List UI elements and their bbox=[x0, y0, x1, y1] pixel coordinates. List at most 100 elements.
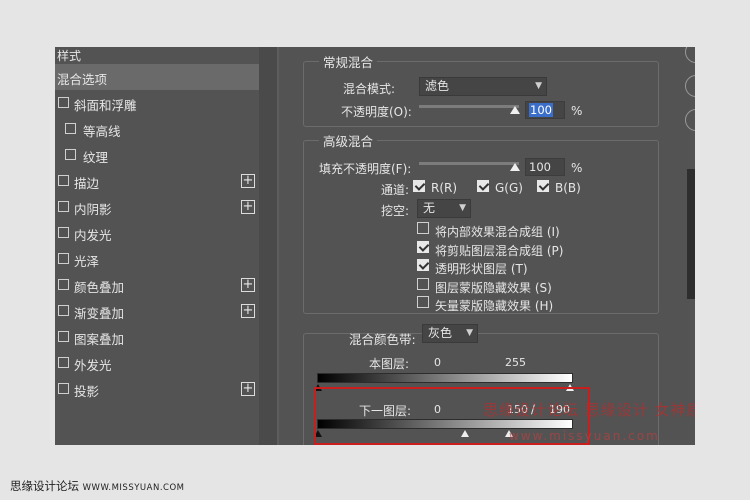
blend-if-value: 灰色 bbox=[428, 326, 453, 340]
watermark-text: 思缘设计论坛 思缘设计 女神原创翻译 bbox=[483, 401, 695, 419]
sidebar-item-label: 颜色叠加 bbox=[74, 280, 125, 295]
fill-opacity-slider-handle[interactable] bbox=[510, 163, 520, 171]
sidebar-item-checkbox[interactable] bbox=[58, 253, 69, 264]
advanced-option-checkbox[interactable] bbox=[417, 277, 429, 290]
fill-opacity-value: 100 bbox=[529, 160, 551, 174]
sidebar-item-label: 混合选项 bbox=[57, 72, 108, 87]
fill-opacity-slider[interactable] bbox=[419, 162, 519, 165]
knockout-select[interactable]: 无 ▼ bbox=[417, 199, 471, 218]
sidebar-item-label: 外发光 bbox=[74, 358, 112, 373]
knockout-label: 挖空: bbox=[381, 204, 410, 218]
sidebar-item[interactable]: 斜面和浮雕 bbox=[55, 90, 259, 116]
add-effect-plus-icon[interactable]: + bbox=[241, 174, 255, 188]
chevron-down-icon: ▼ bbox=[535, 81, 542, 91]
blend-mode-value: 滤色 bbox=[425, 79, 450, 93]
sidebar-item[interactable]: 混合选项 bbox=[55, 64, 259, 90]
opacity-value: 100 bbox=[529, 103, 553, 117]
sidebar-item-checkbox[interactable] bbox=[65, 123, 76, 134]
sidebar-item-label: 描边 bbox=[74, 176, 100, 191]
opacity-slider-handle[interactable] bbox=[510, 106, 520, 114]
advanced-option-label: 将内部效果混合成组 (I) bbox=[435, 225, 560, 239]
sidebar-item-checkbox[interactable] bbox=[58, 383, 69, 394]
channel-r-label: R(R) bbox=[431, 181, 458, 195]
list-separator bbox=[259, 47, 277, 445]
watermark-url: www.missyuan.com bbox=[509, 429, 660, 443]
sidebar-item[interactable]: 内阴影 + bbox=[55, 194, 259, 220]
advanced-option-label: 矢量蒙版隐藏效果 (H) bbox=[435, 299, 554, 313]
advanced-blending-title: 高级混合 bbox=[319, 131, 378, 150]
knockout-value: 无 bbox=[423, 201, 436, 215]
advanced-option-checkbox[interactable] bbox=[417, 259, 429, 271]
channel-g-label: G(G) bbox=[495, 181, 523, 195]
sidebar-item-label: 光泽 bbox=[74, 254, 100, 269]
opacity-percent: % bbox=[571, 104, 583, 118]
advanced-option-label: 将剪贴图层混合成组 (P) bbox=[435, 243, 564, 258]
sidebar-item[interactable]: 光泽 bbox=[55, 246, 259, 272]
sidebar-item-label: 等高线 bbox=[83, 124, 121, 139]
advanced-option-checkbox[interactable] bbox=[417, 240, 429, 253]
fill-opacity-percent: % bbox=[571, 161, 583, 175]
sidebar-item-checkbox[interactable] bbox=[58, 175, 69, 186]
sidebar-item[interactable]: 颜色叠加 + bbox=[55, 272, 259, 298]
add-effect-plus-icon[interactable]: + bbox=[241, 200, 255, 214]
channel-b-checkbox[interactable] bbox=[537, 180, 549, 192]
advanced-option-checkbox[interactable] bbox=[417, 222, 429, 234]
chevron-down-icon: ▼ bbox=[459, 203, 466, 213]
sidebar-item-label: 纹理 bbox=[83, 150, 109, 165]
sidebar-item-checkbox[interactable] bbox=[58, 227, 69, 238]
sidebar-item-checkbox[interactable] bbox=[58, 97, 69, 108]
channel-r-checkbox[interactable] bbox=[413, 180, 425, 192]
sidebar-item-label: 渐变叠加 bbox=[74, 306, 125, 321]
opacity-label: 不透明度(O): bbox=[341, 105, 412, 119]
general-blending-title: 常规混合 bbox=[319, 52, 378, 71]
sidebar-item[interactable]: 等高线 bbox=[55, 116, 259, 142]
opacity-slider[interactable] bbox=[419, 105, 519, 108]
sidebar-item[interactable]: 渐变叠加 + bbox=[55, 298, 259, 324]
sidebar-item[interactable]: 描边 + bbox=[55, 168, 259, 194]
sidebar-item-label: 图案叠加 bbox=[74, 332, 125, 347]
sidebar-item[interactable]: 纹理 bbox=[55, 142, 259, 168]
blend-mode-select[interactable]: 滤色 ▼ bbox=[419, 77, 547, 96]
scrollbar[interactable] bbox=[687, 169, 695, 299]
site-footer: 思缘设计论坛 WWW.MISSYUAN.COM bbox=[10, 478, 184, 494]
advanced-option-label: 图层蒙版隐藏效果 (S) bbox=[435, 280, 552, 295]
sidebar-item-checkbox[interactable] bbox=[58, 305, 69, 316]
this-layer-min: 0 bbox=[434, 356, 441, 369]
sidebar-item-checkbox[interactable] bbox=[58, 357, 69, 368]
fill-opacity-input[interactable]: 100 bbox=[525, 158, 565, 176]
add-effect-plus-icon[interactable]: + bbox=[241, 382, 255, 396]
sidebar-item-checkbox[interactable] bbox=[65, 149, 76, 160]
sidebar-item[interactable]: 投影 + bbox=[55, 376, 259, 402]
sidebar-item-checkbox[interactable] bbox=[58, 279, 69, 290]
sidebar-item-label: 内发光 bbox=[74, 228, 112, 243]
this-layer-gradient bbox=[317, 373, 573, 383]
advanced-option-checkbox[interactable] bbox=[417, 296, 429, 308]
channel-g-checkbox[interactable] bbox=[477, 180, 489, 192]
sidebar-item-checkbox[interactable] bbox=[58, 331, 69, 342]
blend-if-label: 混合颜色带: bbox=[349, 332, 416, 347]
this-layer-max: 255 bbox=[505, 356, 526, 369]
channel-b-label: B(B) bbox=[555, 181, 581, 195]
fill-opacity-label: 填充不透明度(F): bbox=[319, 162, 412, 176]
add-effect-plus-icon[interactable]: + bbox=[241, 304, 255, 318]
footer-site-url: WWW.MISSYUAN.COM bbox=[82, 483, 185, 493]
footer-site-name: 思缘设计论坛 bbox=[10, 479, 79, 493]
add-effect-plus-icon[interactable]: + bbox=[241, 278, 255, 292]
advanced-option-label: 透明形状图层 (T) bbox=[435, 262, 528, 276]
sidebar-item-label: 内阴影 bbox=[74, 202, 112, 217]
sidebar-item[interactable]: 外发光 bbox=[55, 350, 259, 376]
chevron-down-icon: ▼ bbox=[466, 328, 473, 338]
layer-style-dialog: 样式 混合选项斜面和浮雕等高线纹理描边 + 内阴影 + 内发光光泽颜色叠加 + 渐变叠加 + 图… bbox=[55, 47, 695, 445]
styles-header: 样式 bbox=[57, 49, 82, 63]
this-layer-label: 本图层: bbox=[369, 357, 410, 371]
sidebar-item[interactable]: 图案叠加 bbox=[55, 324, 259, 350]
sidebar-item-label: 斜面和浮雕 bbox=[74, 98, 137, 113]
blend-if-select[interactable]: 灰色 ▼ bbox=[422, 324, 478, 343]
sidebar-item-checkbox[interactable] bbox=[58, 201, 69, 212]
blend-mode-label: 混合模式: bbox=[343, 82, 396, 96]
sidebar-item[interactable]: 内发光 bbox=[55, 220, 259, 246]
channels-label: 通道: bbox=[381, 183, 410, 197]
opacity-input[interactable]: 100 bbox=[525, 101, 565, 119]
sidebar-item-label: 投影 bbox=[74, 384, 100, 399]
blending-options-panel: 常规混合 混合模式: 滤色 ▼ 不透明度(O): 100 % 高级混合 填充不透… bbox=[279, 47, 695, 445]
